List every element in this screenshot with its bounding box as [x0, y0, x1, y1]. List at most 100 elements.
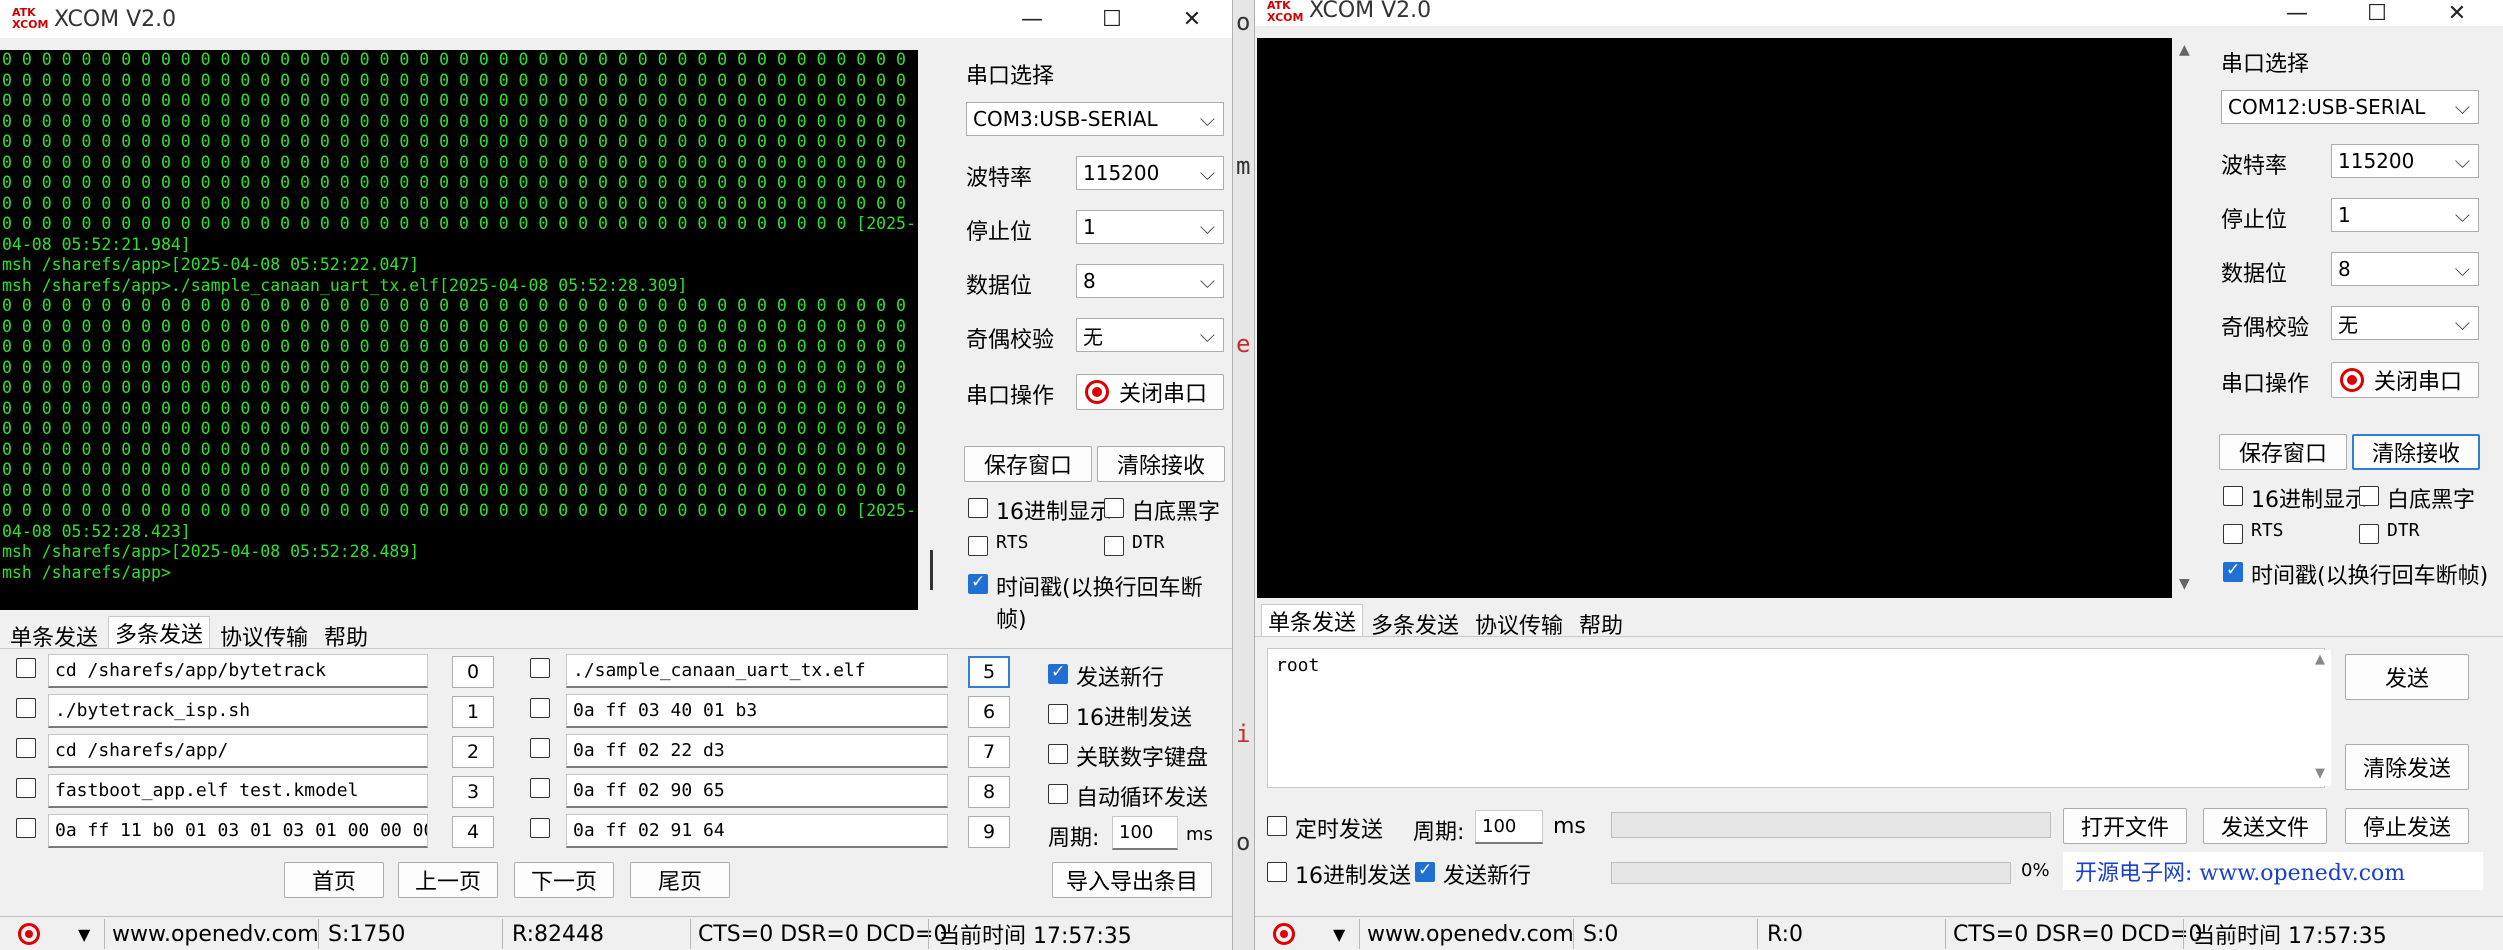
multi-send-checkbox[interactable] — [530, 738, 550, 758]
stop-bits-select[interactable]: 1 ⌵ — [2331, 198, 2479, 232]
multi-send-checkbox[interactable] — [16, 778, 36, 798]
baud-select[interactable]: 115200 ⌵ — [2331, 144, 2479, 178]
brand-link[interactable]: 开源电子网: www.openedv.com — [2063, 852, 2483, 890]
rts-checkbox[interactable] — [2223, 524, 2243, 544]
parity-select[interactable]: 无 ⌵ — [1076, 318, 1224, 352]
close-port-button[interactable]: 关闭串口 — [1076, 374, 1224, 410]
chevron-down-icon[interactable]: ▼ — [1333, 920, 1345, 948]
timestamp-checkbox[interactable] — [2223, 560, 2243, 582]
title-bar[interactable]: ATK XCOM XCOM V2.0 — ☐ ✕ — [0, 0, 1232, 38]
chevron-down-icon[interactable]: ▼ — [78, 920, 90, 948]
multi-send-checkbox[interactable] — [530, 778, 550, 798]
timed-send-checkbox[interactable] — [1267, 816, 1287, 836]
send-newline-checkbox[interactable] — [1048, 662, 1068, 684]
send-newline-checkbox[interactable] — [1415, 860, 1435, 882]
multi-send-input[interactable]: 0a ff 02 91 64 — [566, 814, 948, 848]
timestamp-checkbox[interactable] — [968, 572, 988, 594]
multi-send-input[interactable]: 0a ff 03 40 01 b3 — [566, 694, 948, 728]
port-select[interactable]: COM3:USB-SERIAL ⌵ — [966, 102, 1224, 136]
prev-page-button[interactable]: 上一页 — [398, 862, 498, 898]
close-icon[interactable]: ✕ — [1150, 0, 1232, 38]
clear-receive-button[interactable]: 清除接收 — [2352, 434, 2480, 470]
receive-terminal[interactable]: 0 0 0 0 0 0 0 0 0 0 0 0 0 0 0 0 0 0 0 0 … — [0, 50, 918, 610]
period-input[interactable]: 100 — [1112, 816, 1178, 850]
hex-send-checkbox[interactable] — [1267, 862, 1287, 882]
send-file-button[interactable]: 发送文件 — [2203, 808, 2327, 844]
scroll-up-icon[interactable]: ▲ — [2315, 652, 2325, 667]
scroll-thumb[interactable] — [930, 550, 933, 590]
open-file-button[interactable]: 打开文件 — [2063, 808, 2187, 844]
scroll-down-icon[interactable]: ▼ — [2315, 766, 2325, 781]
scroll-down-icon[interactable]: ▼ — [2179, 576, 2190, 592]
clear-send-button[interactable]: 清除发送 — [2345, 744, 2469, 790]
baud-select[interactable]: 115200 ⌵ — [1076, 156, 1224, 190]
multi-send-button[interactable]: 8 — [968, 776, 1010, 808]
import-export-button[interactable]: 导入导出条目 — [1052, 862, 1212, 898]
stop-send-button[interactable]: 停止发送 — [2345, 808, 2469, 844]
multi-send-input[interactable]: 0a ff 02 22 d3 — [566, 734, 948, 768]
minimize-icon[interactable]: — — [2255, 0, 2339, 32]
multi-send-button[interactable]: 0 — [452, 656, 494, 688]
close-icon[interactable]: ✕ — [2415, 0, 2499, 32]
multi-send-checkbox[interactable] — [530, 818, 550, 838]
multi-send-checkbox[interactable] — [530, 658, 550, 678]
multi-send-input[interactable]: ./sample_canaan_uart_tx.elf — [566, 654, 948, 688]
multi-send-button[interactable]: 7 — [968, 736, 1010, 768]
first-page-button[interactable]: 首页 — [284, 862, 384, 898]
clear-receive-button[interactable]: 清除接收 — [1097, 446, 1225, 482]
multi-send-checkbox[interactable] — [16, 738, 36, 758]
rts-checkbox[interactable] — [968, 536, 988, 556]
hex-display-checkbox[interactable] — [968, 498, 988, 518]
multi-send-input[interactable]: ./bytetrack_isp.sh — [48, 694, 428, 728]
record-icon[interactable] — [1273, 920, 1295, 948]
auto-loop-checkbox[interactable] — [1048, 784, 1068, 804]
maximize-icon[interactable]: ☐ — [2335, 0, 2419, 32]
dtr-checkbox[interactable] — [2359, 524, 2379, 544]
multi-send-button[interactable]: 5 — [968, 656, 1010, 688]
save-window-button[interactable]: 保存窗口 — [964, 446, 1092, 482]
parity-select[interactable]: 无 ⌵ — [2331, 306, 2479, 340]
multi-send-button[interactable]: 1 — [452, 696, 494, 728]
multi-send-button[interactable]: 6 — [968, 696, 1010, 728]
multi-send-input[interactable]: 0a ff 02 90 65 — [566, 774, 948, 808]
hex-display-checkbox[interactable] — [2223, 486, 2243, 506]
receive-terminal[interactable] — [1257, 38, 2172, 598]
tab-single-send[interactable]: 单条发送 — [1261, 604, 1364, 636]
send-textarea[interactable]: root — [1267, 648, 2325, 788]
status-url[interactable]: www.openedv.com — [112, 920, 319, 948]
maximize-icon[interactable]: ☐ — [1070, 0, 1154, 38]
terminal-scrollbar[interactable]: ▲ ▼ — [2172, 38, 2198, 598]
multi-send-button[interactable]: 4 — [452, 816, 494, 848]
multi-send-input[interactable]: 0a ff 11 b0 01 03 01 03 01 00 00 00 — [48, 814, 428, 848]
link-keypad-checkbox[interactable] — [1048, 744, 1068, 764]
multi-send-button[interactable]: 9 — [968, 816, 1010, 848]
status-url[interactable]: www.openedv.com — [1367, 920, 1574, 948]
send-scrollbar[interactable]: ▲ ▼ — [2313, 650, 2331, 786]
multi-send-input[interactable]: cd /sharefs/app/ — [48, 734, 428, 768]
multi-send-checkbox[interactable] — [16, 818, 36, 838]
dtr-checkbox[interactable] — [1104, 536, 1124, 556]
multi-send-checkbox[interactable] — [530, 698, 550, 718]
save-window-button[interactable]: 保存窗口 — [2219, 434, 2347, 470]
title-bar[interactable]: ATK XCOM XCOM V2.0 — ☐ ✕ — [1255, 0, 2503, 26]
multi-send-input[interactable]: cd /sharefs/app/bytetrack — [48, 654, 428, 688]
close-port-button[interactable]: 关闭串口 — [2331, 362, 2479, 398]
last-page-button[interactable]: 尾页 — [630, 862, 730, 898]
send-button[interactable]: 发送 — [2345, 654, 2469, 700]
data-bits-select[interactable]: 8 ⌵ — [1076, 264, 1224, 298]
period-input[interactable]: 100 — [1475, 810, 1543, 844]
multi-send-button[interactable]: 3 — [452, 776, 494, 808]
data-bits-select[interactable]: 8 ⌵ — [2331, 252, 2479, 286]
multi-send-checkbox[interactable] — [16, 698, 36, 718]
next-page-button[interactable]: 下一页 — [514, 862, 614, 898]
tab-multi-send[interactable]: 多条发送 — [108, 616, 211, 648]
hex-send-checkbox[interactable] — [1048, 704, 1068, 724]
scroll-up-icon[interactable]: ▲ — [2179, 42, 2190, 58]
port-select[interactable]: COM12:USB-SERIAL ⌵ — [2221, 90, 2479, 124]
record-icon[interactable] — [18, 920, 40, 948]
white-bg-checkbox[interactable] — [1104, 498, 1124, 518]
multi-send-input[interactable]: fastboot_app.elf test.kmodel — [48, 774, 428, 808]
multi-send-checkbox[interactable] — [16, 658, 36, 678]
terminal-scrollbar[interactable] — [918, 50, 940, 610]
minimize-icon[interactable]: — — [990, 0, 1074, 38]
